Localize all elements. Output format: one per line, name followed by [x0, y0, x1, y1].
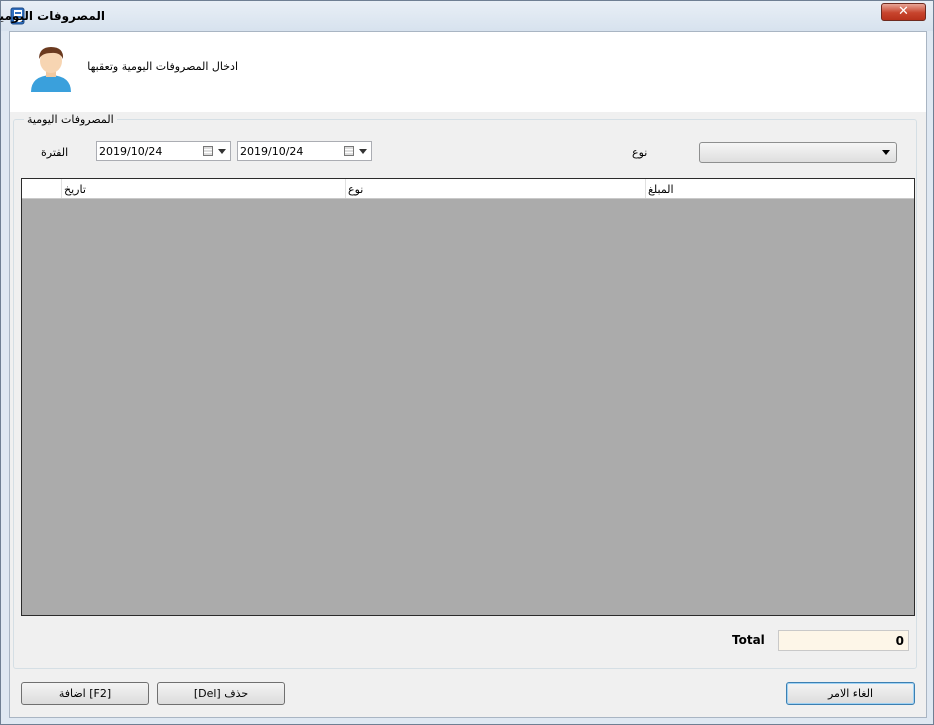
- total-label: Total: [732, 633, 765, 647]
- chevron-down-icon[interactable]: [218, 149, 226, 154]
- calendar-icon[interactable]: [203, 146, 213, 156]
- type-select[interactable]: [699, 142, 897, 163]
- type-label: نوع: [632, 146, 648, 159]
- column-header-amount[interactable]: المبلغ: [646, 179, 914, 198]
- expenses-window: المصروفات اليومية ✕ ادخال المصروفات اليو…: [0, 0, 934, 725]
- cancel-button[interactable]: الغاء الامر: [786, 682, 915, 705]
- column-header-date[interactable]: تاريخ: [62, 179, 346, 198]
- header-description: ادخال المصروفات اليومية وتعقبها: [87, 60, 238, 73]
- date-to-picker[interactable]: 2019/10/24: [237, 141, 372, 161]
- client-area: ادخال المصروفات اليومية وتعقبها المصروفا…: [9, 31, 927, 718]
- date-to-value: 2019/10/24: [240, 145, 304, 158]
- add-button[interactable]: [F2] اضافة: [21, 682, 149, 705]
- row-header-corner: [22, 179, 62, 198]
- grid-header: تاريخ نوع المبلغ: [22, 179, 914, 199]
- chevron-down-icon[interactable]: [882, 150, 890, 155]
- date-from-value: 2019/10/24: [99, 145, 163, 158]
- period-label: الفترة: [41, 146, 69, 159]
- header-panel: ادخال المصروفات اليومية وتعقبها: [10, 32, 926, 112]
- chevron-down-icon[interactable]: [359, 149, 367, 154]
- group-label: المصروفات اليومية: [24, 113, 117, 126]
- close-icon: ✕: [898, 4, 909, 19]
- total-field[interactable]: 0: [778, 630, 909, 651]
- title-bar[interactable]: المصروفات اليومية ✕: [0, 1, 933, 31]
- column-header-type[interactable]: نوع: [346, 179, 646, 198]
- delete-button[interactable]: حذف [Del]: [157, 682, 285, 705]
- calendar-icon[interactable]: [344, 146, 354, 156]
- window-title: المصروفات اليومية: [0, 9, 105, 23]
- expenses-grid[interactable]: تاريخ نوع المبلغ: [21, 178, 915, 616]
- user-avatar-icon: [31, 47, 71, 92]
- close-button[interactable]: ✕: [881, 3, 926, 21]
- date-from-picker[interactable]: 2019/10/24: [96, 141, 231, 161]
